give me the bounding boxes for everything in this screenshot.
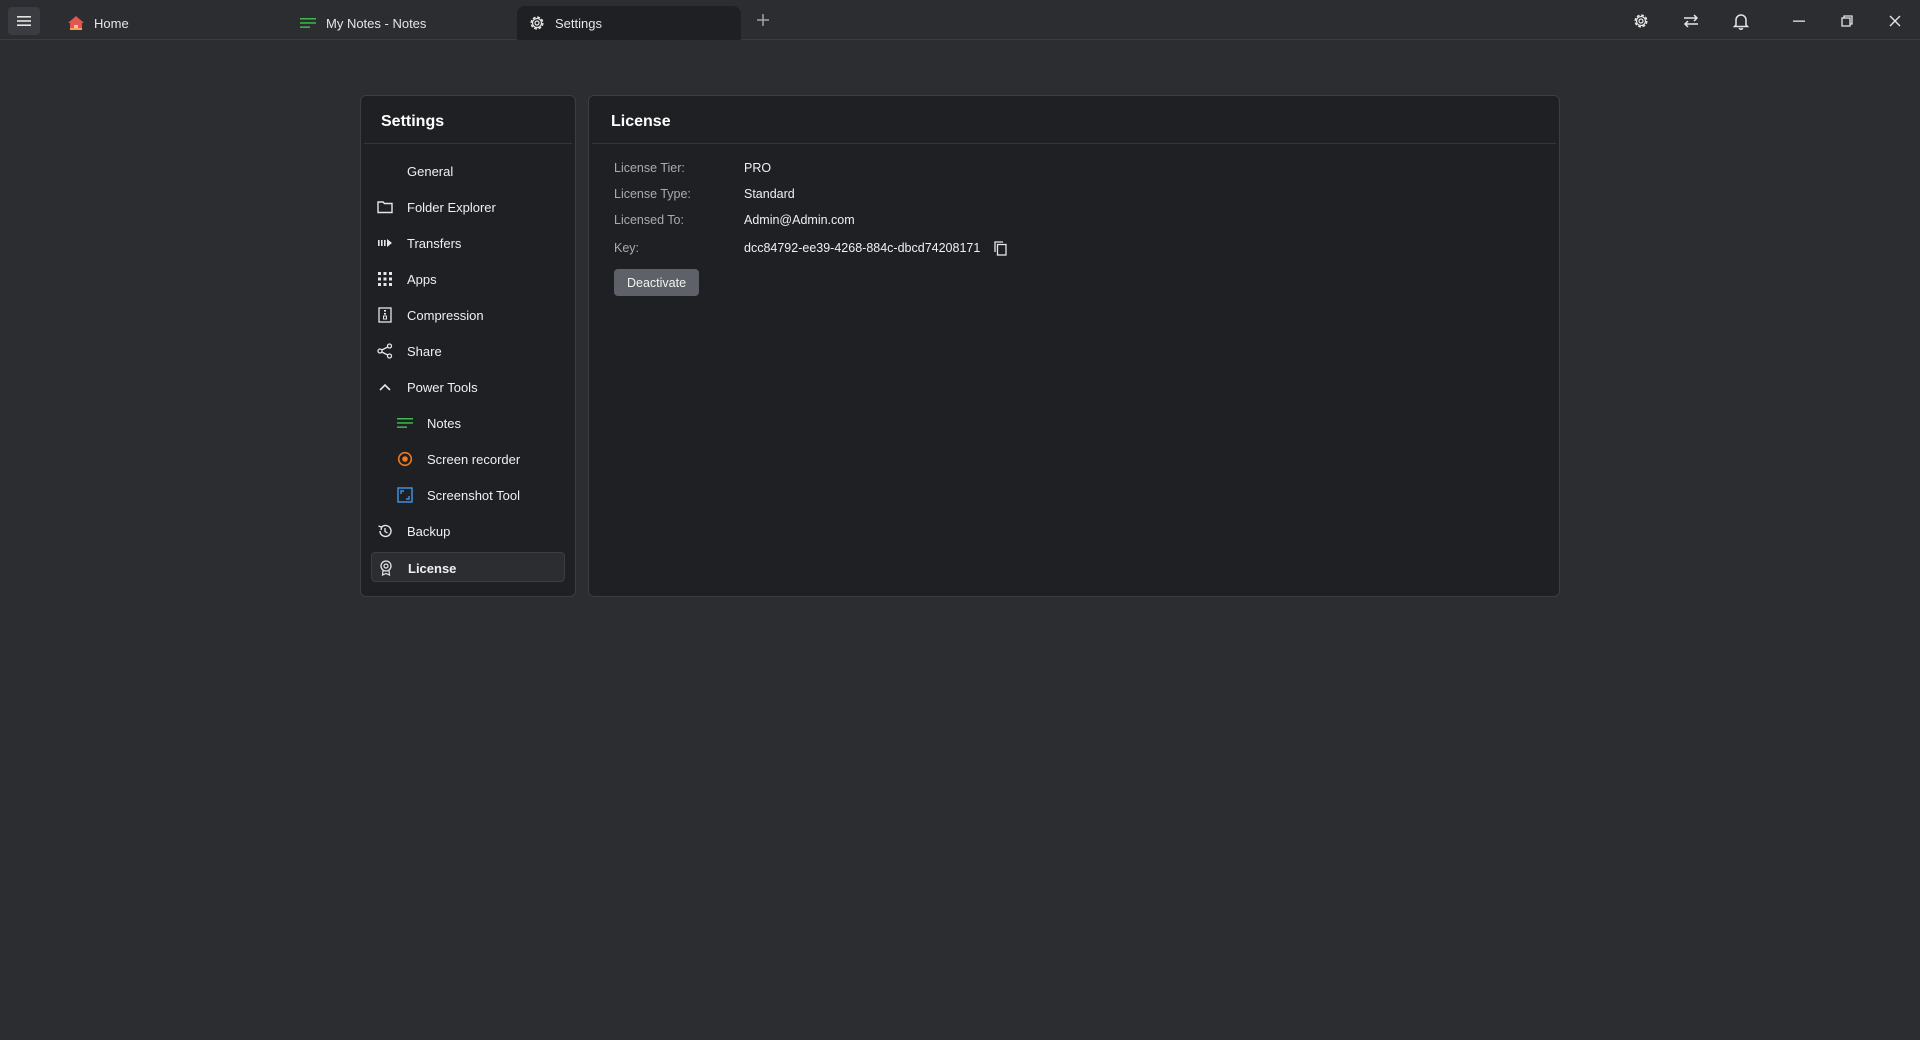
settings-sidebar: Settings General Folder Explorer Transfe… xyxy=(360,95,576,597)
backup-icon xyxy=(377,523,393,539)
sidebar-item-label: Backup xyxy=(407,524,451,539)
sidebar-item-apps[interactable]: Apps xyxy=(371,264,565,294)
licensed-to-value: Admin@Admin.com xyxy=(744,213,855,227)
notes-icon xyxy=(397,415,413,431)
transfers-icon xyxy=(377,235,393,251)
compression-icon xyxy=(377,307,393,323)
title-bar: Home My Notes - Notes Settings xyxy=(0,0,1920,40)
license-key-label: Key: xyxy=(614,241,640,255)
notes-icon xyxy=(299,14,317,32)
license-type-label: License Type: xyxy=(614,187,691,201)
sidebar-item-label: Power Tools xyxy=(407,380,478,395)
gear-icon xyxy=(528,14,546,32)
sidebar-item-label: Share xyxy=(407,344,442,359)
hamburger-menu-button[interactable] xyxy=(8,7,40,35)
licensed-to-row: Licensed To: Admin@Admin.com xyxy=(614,211,855,229)
apps-grid-icon xyxy=(377,271,393,287)
license-type-value: Standard xyxy=(744,187,795,201)
close-icon xyxy=(1889,15,1901,27)
home-icon xyxy=(67,14,85,32)
license-panel: License License Tier: PRO License Type: … xyxy=(588,95,1560,597)
share-icon xyxy=(377,343,393,359)
sidebar-item-label: Folder Explorer xyxy=(407,200,496,215)
transfer-icon xyxy=(1683,14,1699,28)
transfers-button[interactable] xyxy=(1678,8,1704,34)
sidebar-item-transfers[interactable]: Transfers xyxy=(371,228,565,258)
sidebar-item-label: Notes xyxy=(427,416,461,431)
sidebar-item-folder-explorer[interactable]: Folder Explorer xyxy=(371,192,565,222)
sidebar-item-general[interactable]: General xyxy=(371,156,565,186)
sidebar-item-notes[interactable]: Notes xyxy=(371,408,565,438)
licensed-to-label: Licensed To: xyxy=(614,213,684,227)
tab-notes[interactable]: My Notes - Notes xyxy=(288,6,508,40)
chevron-up-icon xyxy=(377,379,393,395)
tab-label: My Notes - Notes xyxy=(326,15,427,31)
hamburger-icon xyxy=(17,16,31,26)
sidebar-item-power-tools[interactable]: Power Tools xyxy=(371,372,565,402)
sidebar-item-label: General xyxy=(407,164,454,179)
license-tier-label: License Tier: xyxy=(614,161,685,175)
notifications-button[interactable] xyxy=(1728,8,1754,34)
sidebar-item-screenshot-tool[interactable]: Screenshot Tool xyxy=(371,480,565,510)
sidebar-title: Settings xyxy=(364,96,572,144)
sidebar-item-compression[interactable]: Compression xyxy=(371,300,565,330)
gear-icon xyxy=(1634,14,1648,28)
sidebar-item-screen-recorder[interactable]: Screen recorder xyxy=(371,444,565,474)
screenshot-icon xyxy=(397,487,413,503)
sidebar-item-share[interactable]: Share xyxy=(371,336,565,366)
sidebar-item-label: Screen recorder xyxy=(427,452,521,467)
sidebar-item-label: License xyxy=(408,561,457,576)
tab-label: Settings xyxy=(555,15,602,31)
restore-icon xyxy=(1841,15,1853,27)
sidebar-item-label: Transfers xyxy=(407,236,462,251)
new-tab-button[interactable] xyxy=(752,9,774,31)
license-key-row: Key: dcc84792-ee39-4268-884c-dbcd7420817… xyxy=(614,239,1008,257)
settings-button[interactable] xyxy=(1628,8,1654,34)
tab-label: Home xyxy=(94,15,129,31)
page-title: License xyxy=(592,96,1556,144)
license-key-value: dcc84792-ee39-4268-884c-dbcd74208171 xyxy=(744,241,981,255)
sidebar-item-label: Compression xyxy=(407,308,484,323)
sidebar-item-backup[interactable]: Backup xyxy=(371,516,565,546)
deactivate-button[interactable]: Deactivate xyxy=(614,269,699,296)
copy-key-button[interactable] xyxy=(992,240,1008,256)
record-icon xyxy=(397,451,413,467)
sidebar-item-license[interactable]: License xyxy=(371,552,565,582)
settings-nav: General Folder Explorer Transfers Apps C… xyxy=(371,156,565,588)
bell-icon xyxy=(1733,14,1749,30)
minimize-button[interactable] xyxy=(1786,8,1812,34)
license-type-row: License Type: Standard xyxy=(614,185,795,203)
license-tier-row: License Tier: PRO xyxy=(614,159,771,177)
tab-settings[interactable]: Settings xyxy=(517,6,741,40)
folder-icon xyxy=(377,199,393,215)
close-window-button[interactable] xyxy=(1882,8,1908,34)
minimize-icon xyxy=(1793,20,1805,22)
license-tier-value: PRO xyxy=(744,161,772,175)
sidebar-item-label: Screenshot Tool xyxy=(427,488,520,503)
tab-home[interactable]: Home xyxy=(56,6,276,40)
copy-icon xyxy=(994,240,1007,256)
sidebar-item-label: Apps xyxy=(407,272,437,287)
restore-button[interactable] xyxy=(1834,8,1860,34)
plus-icon xyxy=(757,14,769,26)
license-icon xyxy=(378,560,394,576)
